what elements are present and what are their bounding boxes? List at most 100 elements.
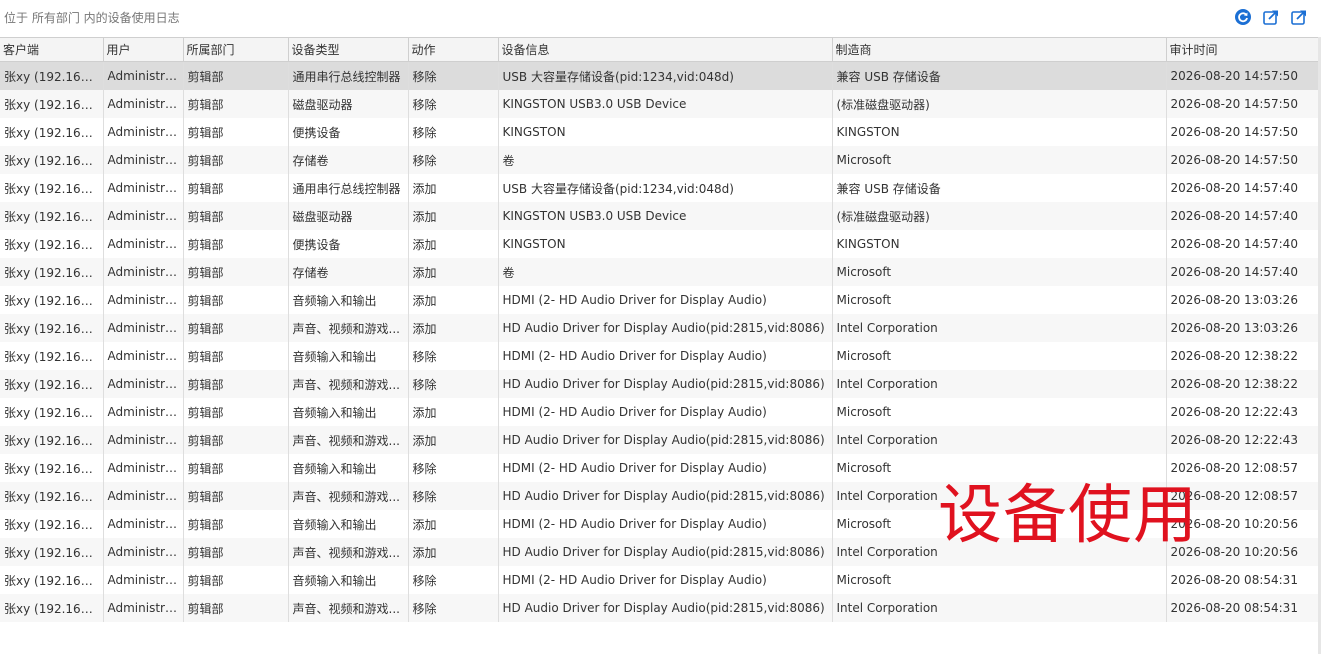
cell-action: 移除: [408, 61, 499, 90]
cell-department: 剪辑部: [183, 594, 289, 622]
cell-manufacturer: KINGSTON: [832, 230, 1167, 258]
cell-manufacturer: Microsoft: [832, 286, 1167, 314]
table-row[interactable]: 张xy (192.168.3... Administra... 剪辑部 音频输入和输出…: [0, 454, 1319, 482]
cell-manufacturer: 兼容 USB 存储设备: [832, 61, 1167, 90]
export-button[interactable]: [1261, 7, 1281, 27]
cell-user: Administra...: [103, 202, 184, 230]
table-row[interactable]: 张xy (192.168.3... Administra... 剪辑部 音频输入和输出…: [0, 510, 1319, 538]
column-header-user[interactable]: 用户: [103, 38, 184, 62]
cell-device-type: 声音、视频和游戏...: [288, 482, 409, 510]
table-row[interactable]: 张xy (192.168.3... Administra... 剪辑部 声音、视频和游…: [0, 314, 1319, 342]
column-header-action[interactable]: 动作: [408, 38, 499, 62]
cell-manufacturer: (标准磁盘驱动器): [832, 202, 1167, 230]
cell-user: Administra...: [103, 258, 184, 286]
cell-client: 张xy (192.168.3...: [0, 482, 104, 510]
cell-action: 添加: [408, 174, 499, 202]
table-row[interactable]: 张xy (192.168.3... Administra... 剪辑部 存储卷 移除卷 M…: [0, 146, 1319, 174]
cell-device-type: 音频输入和输出: [288, 286, 409, 314]
cell-action: 移除: [408, 594, 499, 622]
cell-manufacturer: Microsoft: [832, 258, 1167, 286]
cell-client: 张xy (192.168.3...: [0, 61, 104, 90]
cell-device-type: 便携设备: [288, 230, 409, 258]
cell-audit-time: 2026-08-20 13:03:26: [1166, 314, 1319, 342]
export-all-button[interactable]: [1289, 7, 1309, 27]
cell-action: 移除: [408, 90, 499, 118]
table-row[interactable]: 张xy (192.168.3... Administra... 剪辑部 便携设备 移除 K…: [0, 118, 1319, 146]
export-all-icon: [1291, 10, 1306, 25]
column-header-client[interactable]: 客户端: [0, 38, 104, 62]
cell-user: Administra...: [103, 538, 184, 566]
column-header-manufacturer[interactable]: 制造商: [832, 38, 1167, 62]
cell-audit-time: 2026-08-20 10:20:56: [1166, 538, 1319, 566]
cell-device-info: USB 大容量存储设备(pid:1234,vid:048d): [498, 61, 833, 90]
cell-user: Administra...: [103, 426, 184, 454]
cell-client: 张xy (192.168.3...: [0, 174, 104, 202]
cell-client: 张xy (192.168.3...: [0, 286, 104, 314]
cell-user: Administra...: [103, 482, 184, 510]
cell-manufacturer: Intel Corporation: [832, 538, 1167, 566]
column-header-audit-time[interactable]: 审计时间: [1166, 38, 1319, 62]
table-row[interactable]: 张xy (192.168.3... Administra... 剪辑部 声音、视频和游…: [0, 426, 1319, 454]
cell-user: Administra...: [103, 594, 184, 622]
cell-manufacturer: Microsoft: [832, 454, 1167, 482]
cell-audit-time: 2026-08-20 12:22:43: [1166, 398, 1319, 426]
cell-manufacturer: Microsoft: [832, 146, 1167, 174]
cell-client: 张xy (192.168.3...: [0, 370, 104, 398]
cell-manufacturer: KINGSTON: [832, 118, 1167, 146]
cell-action: 添加: [408, 258, 499, 286]
table-row[interactable]: 张xy (192.168.3... Administra... 剪辑部 通用串行总线控…: [0, 61, 1319, 90]
table-row[interactable]: 张xy (192.168.3... Administra... 剪辑部 便携设备 添加 K…: [0, 230, 1319, 258]
column-header-device-info[interactable]: 设备信息: [498, 38, 833, 62]
table-row[interactable]: 张xy (192.168.3... Administra... 剪辑部 存储卷 添加卷 M…: [0, 258, 1319, 286]
table-row[interactable]: 张xy (192.168.3... Administra... 剪辑部 音频输入和输出…: [0, 566, 1319, 594]
cell-user: Administra...: [103, 174, 184, 202]
cell-department: 剪辑部: [183, 510, 289, 538]
cell-device-info: HD Audio Driver for Display Audio(pid:28…: [498, 370, 833, 398]
table-row[interactable]: 张xy (192.168.3... Administra... 剪辑部 声音、视频和游…: [0, 370, 1319, 398]
cell-audit-time: 2026-08-20 12:08:57: [1166, 454, 1319, 482]
cell-device-info: HDMI (2- HD Audio Driver for Display Aud…: [498, 398, 833, 426]
table-row[interactable]: 张xy (192.168.3... Administra... 剪辑部 磁盘驱动器 移除…: [0, 90, 1319, 118]
cell-action: 移除: [408, 146, 499, 174]
cell-device-info: 卷: [498, 258, 833, 286]
cell-client: 张xy (192.168.3...: [0, 510, 104, 538]
cell-department: 剪辑部: [183, 426, 289, 454]
cell-audit-time: 2026-08-20 14:57:50: [1166, 118, 1319, 146]
cell-department: 剪辑部: [183, 146, 289, 174]
refresh-button[interactable]: [1233, 7, 1253, 27]
table-row[interactable]: 张xy (192.168.3... Administra... 剪辑部 音频输入和输出…: [0, 286, 1319, 314]
cell-client: 张xy (192.168.3...: [0, 566, 104, 594]
column-header-device-type[interactable]: 设备类型: [288, 38, 409, 62]
toolbar-actions: [1233, 7, 1309, 27]
cell-device-type: 磁盘驱动器: [288, 90, 409, 118]
cell-client: 张xy (192.168.3...: [0, 426, 104, 454]
column-header-department[interactable]: 所属部门: [183, 38, 289, 62]
cell-audit-time: 2026-08-20 08:54:31: [1166, 566, 1319, 594]
cell-action: 添加: [408, 202, 499, 230]
cell-manufacturer: Microsoft: [832, 566, 1167, 594]
cell-device-type: 音频输入和输出: [288, 398, 409, 426]
cell-action: 添加: [408, 230, 499, 258]
cell-action: 移除: [408, 370, 499, 398]
table-row[interactable]: 张xy (192.168.3... Administra... 剪辑部 通用串行总线控…: [0, 174, 1319, 202]
table-row[interactable]: 张xy (192.168.3... Administra... 剪辑部 音频输入和输出…: [0, 342, 1319, 370]
table-row[interactable]: 张xy (192.168.3... Administra... 剪辑部 音频输入和输出…: [0, 398, 1319, 426]
cell-audit-time: 2026-08-20 14:57:50: [1166, 61, 1319, 90]
cell-manufacturer: 兼容 USB 存储设备: [832, 174, 1167, 202]
cell-device-type: 便携设备: [288, 118, 409, 146]
cell-device-info: HD Audio Driver for Display Audio(pid:28…: [498, 426, 833, 454]
cell-audit-time: 2026-08-20 08:54:31: [1166, 594, 1319, 622]
cell-department: 剪辑部: [183, 314, 289, 342]
cell-device-type: 音频输入和输出: [288, 510, 409, 538]
cell-action: 添加: [408, 538, 499, 566]
cell-user: Administra...: [103, 230, 184, 258]
table-row[interactable]: 张xy (192.168.3... Administra... 剪辑部 声音、视频和游…: [0, 538, 1319, 566]
cell-device-type: 音频输入和输出: [288, 342, 409, 370]
cell-device-type: 磁盘驱动器: [288, 202, 409, 230]
location-breadcrumb: 位于 所有部门 内的设备使用日志: [4, 11, 180, 25]
cell-department: 剪辑部: [183, 61, 289, 90]
table-row[interactable]: 张xy (192.168.3... Administra... 剪辑部 声音、视频和游…: [0, 482, 1319, 510]
device-log-table: 客户端 用户 所属部门 设备类型 动作 设备信息 制造商 审计时间 张xy (1…: [0, 37, 1319, 622]
table-row[interactable]: 张xy (192.168.3... Administra... 剪辑部 声音、视频和游…: [0, 594, 1319, 622]
table-row[interactable]: 张xy (192.168.3... Administra... 剪辑部 磁盘驱动器 添加…: [0, 202, 1319, 230]
